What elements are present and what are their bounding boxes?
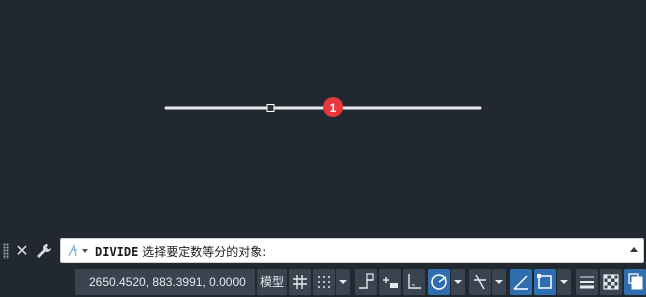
polar-dropdown-icon[interactable] xyxy=(451,269,465,295)
command-input[interactable]: DIVIDE 选择要定数等分的对象: xyxy=(60,238,644,263)
object-snap-dropdown-icon[interactable] xyxy=(557,269,571,295)
command-history-up-icon[interactable] xyxy=(629,244,639,256)
command-prompt-icon[interactable] xyxy=(65,242,91,260)
step-marker-number: 1 xyxy=(330,101,337,115)
snap-mode-icon[interactable] xyxy=(313,269,335,295)
infer-constraints-icon[interactable] xyxy=(355,269,377,295)
model-space-button[interactable]: 模型 xyxy=(257,269,287,295)
close-icon[interactable]: ✕ xyxy=(12,241,32,261)
transparency-icon[interactable] xyxy=(600,269,622,295)
grid-icon[interactable] xyxy=(289,269,311,295)
coordinate-readout: 2650.4520, 883.3991, 0.0000 xyxy=(75,269,255,295)
snap-dropdown-icon[interactable] xyxy=(336,269,350,295)
isometric-icon[interactable] xyxy=(469,269,491,295)
command-name: DIVIDE xyxy=(95,245,139,259)
drag-grip-icon[interactable] xyxy=(3,243,9,259)
object-snap-tracking-icon[interactable] xyxy=(510,269,532,295)
dynamic-input-icon[interactable] xyxy=(379,269,401,295)
status-bar: 2650.4520, 883.3991, 0.0000 模型 xyxy=(0,266,646,297)
command-prompt-text: 选择要定数等分的对象: xyxy=(142,245,267,259)
drawing-canvas[interactable]: 1 xyxy=(0,0,646,236)
object-snap-icon[interactable] xyxy=(534,269,556,295)
lineweight-icon[interactable] xyxy=(576,269,598,295)
customize-wrench-icon[interactable] xyxy=(34,241,54,261)
polar-tracking-icon[interactable] xyxy=(428,269,450,295)
isometric-dropdown-icon[interactable] xyxy=(492,269,506,295)
ortho-icon[interactable] xyxy=(403,269,425,295)
command-line: ✕ DIVIDE 选择要定数等分的对象: xyxy=(0,236,646,266)
selection-cycling-icon[interactable] xyxy=(624,269,646,295)
midpoint-grip[interactable] xyxy=(266,104,275,112)
